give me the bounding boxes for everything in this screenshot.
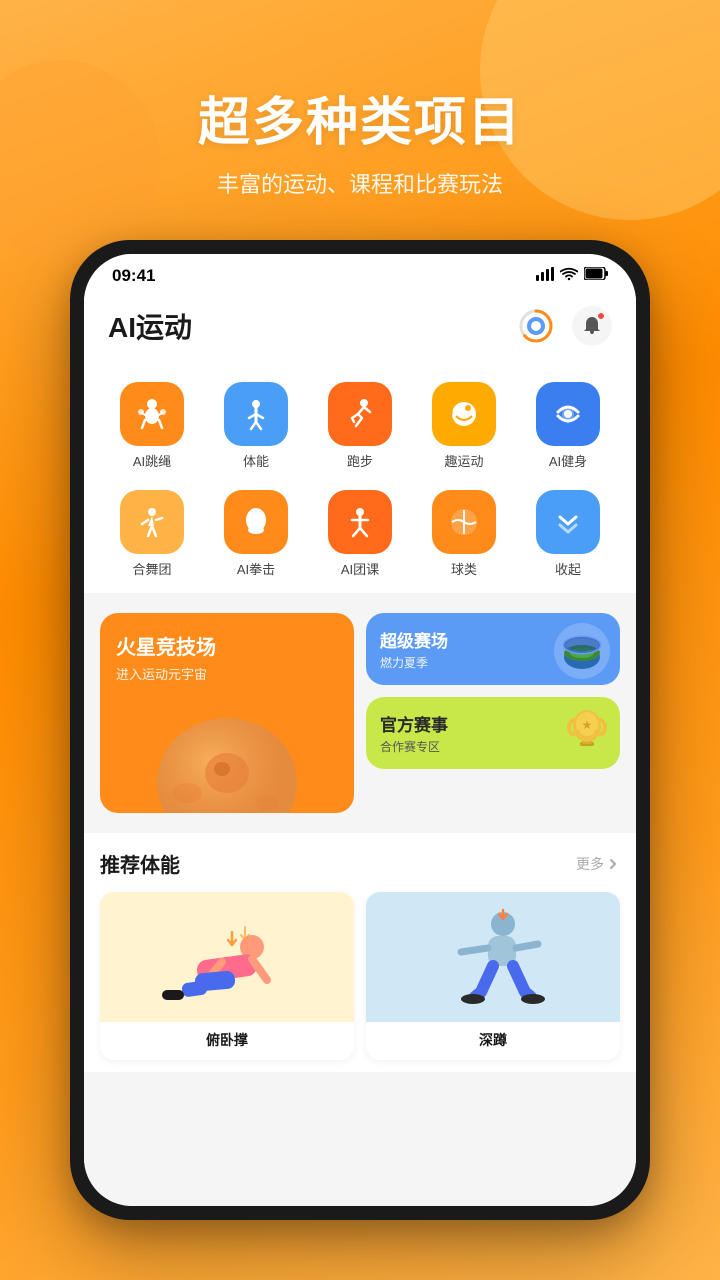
notification-button[interactable] — [572, 306, 612, 346]
hero-title: 超多种类项目 — [0, 80, 720, 155]
category-item-ai-gym[interactable]: AI健身 — [516, 374, 620, 478]
status-time: 09:41 — [112, 266, 155, 286]
run-icon-wrap — [328, 382, 392, 446]
section-title: 推荐体能 — [100, 849, 180, 878]
group-class-label: AI团课 — [341, 562, 379, 578]
category-item-collapse[interactable]: 收起 — [516, 482, 620, 586]
mars-planet-deco — [147, 693, 307, 813]
mars-arena-title: 火星竞技场 — [116, 631, 338, 660]
phone-frame: 09:41 — [70, 240, 650, 1220]
super-arena-deco — [554, 623, 610, 679]
category-item-ball[interactable]: 球类 — [412, 482, 516, 586]
fun-sport-icon-wrap — [432, 382, 496, 446]
boxing-label: AI拳击 — [237, 562, 275, 578]
fun-sport-label: 趣运动 — [444, 454, 483, 470]
phone-screen: 09:41 — [84, 254, 636, 1206]
ball-icon-wrap — [432, 490, 496, 554]
app-header: AI运动 — [84, 298, 636, 358]
more-button[interactable]: 更多 — [576, 854, 620, 874]
pushup-thumb — [100, 892, 354, 1022]
screen-content: AI跳绳 — [84, 358, 636, 1202]
category-item-run[interactable]: 跑步 — [308, 374, 412, 478]
collapse-label: 收起 — [555, 562, 581, 578]
recommend-grid: 俯卧撑 — [100, 892, 620, 1060]
category-grid: AI跳绳 — [100, 374, 620, 585]
fitness-label: 体能 — [243, 454, 269, 470]
phone-mockup: 09:41 — [70, 240, 650, 1220]
category-item-jump-rope[interactable]: AI跳绳 — [100, 374, 204, 478]
category-item-dance[interactable]: 合舞团 — [100, 482, 204, 586]
feature-section: 火星竞技场 进入运动元宇宙 — [84, 603, 636, 823]
jump-rope-icon-wrap — [120, 382, 184, 446]
wifi-icon — [560, 267, 578, 286]
battery-icon — [584, 267, 608, 285]
squat-name: 深蹲 — [366, 1022, 620, 1060]
official-competition-card[interactable]: 官方赛事 合作赛专区 ★ — [366, 697, 620, 769]
progress-button[interactable] — [516, 306, 556, 346]
category-section: AI跳绳 — [84, 358, 636, 593]
run-label: 跑步 — [347, 454, 373, 470]
recommend-pushup-card[interactable]: 俯卧撑 — [100, 892, 354, 1060]
boxing-icon-wrap — [224, 490, 288, 554]
status-bar: 09:41 — [84, 254, 636, 298]
group-class-icon-wrap — [328, 490, 392, 554]
squat-thumb — [366, 892, 620, 1022]
mars-arena-card[interactable]: 火星竞技场 进入运动元宇宙 — [100, 613, 354, 813]
more-label: 更多 — [576, 854, 604, 874]
hero-subtitle: 丰富的运动、课程和比赛玩法 — [0, 167, 720, 199]
super-arena-card[interactable]: 超级赛场 燃力夏季 — [366, 613, 620, 685]
ai-gym-label: AI健身 — [549, 454, 587, 470]
notification-badge — [597, 312, 605, 320]
pushup-name: 俯卧撑 — [100, 1022, 354, 1060]
mars-arena-subtitle: 进入运动元宇宙 — [116, 664, 338, 683]
dance-icon-wrap — [120, 490, 184, 554]
collapse-icon-wrap — [536, 490, 600, 554]
category-item-fitness[interactable]: 体能 — [204, 374, 308, 478]
hero-section: 超多种类项目 丰富的运动、课程和比赛玩法 — [0, 80, 720, 199]
ai-gym-icon-wrap — [536, 382, 600, 446]
trophy-deco: ★ — [562, 702, 612, 761]
status-icons — [536, 267, 608, 286]
recommend-squat-card[interactable]: 深蹲 — [366, 892, 620, 1060]
signal-icon — [536, 267, 554, 286]
right-cards: 超级赛场 燃力夏季 — [366, 613, 620, 769]
jump-rope-label: AI跳绳 — [133, 454, 171, 470]
svg-text:★: ★ — [582, 718, 593, 732]
recommend-section: 推荐体能 更多 — [84, 833, 636, 1072]
dance-label: 合舞团 — [132, 562, 171, 578]
category-item-boxing[interactable]: AI拳击 — [204, 482, 308, 586]
category-item-group-class[interactable]: AI团课 — [308, 482, 412, 586]
fitness-icon-wrap — [224, 382, 288, 446]
ball-label: 球类 — [451, 562, 477, 578]
header-icons — [516, 306, 612, 346]
section-header: 推荐体能 更多 — [100, 849, 620, 878]
app-title: AI运动 — [108, 306, 192, 346]
category-item-fun-sport[interactable]: 趣运动 — [412, 374, 516, 478]
